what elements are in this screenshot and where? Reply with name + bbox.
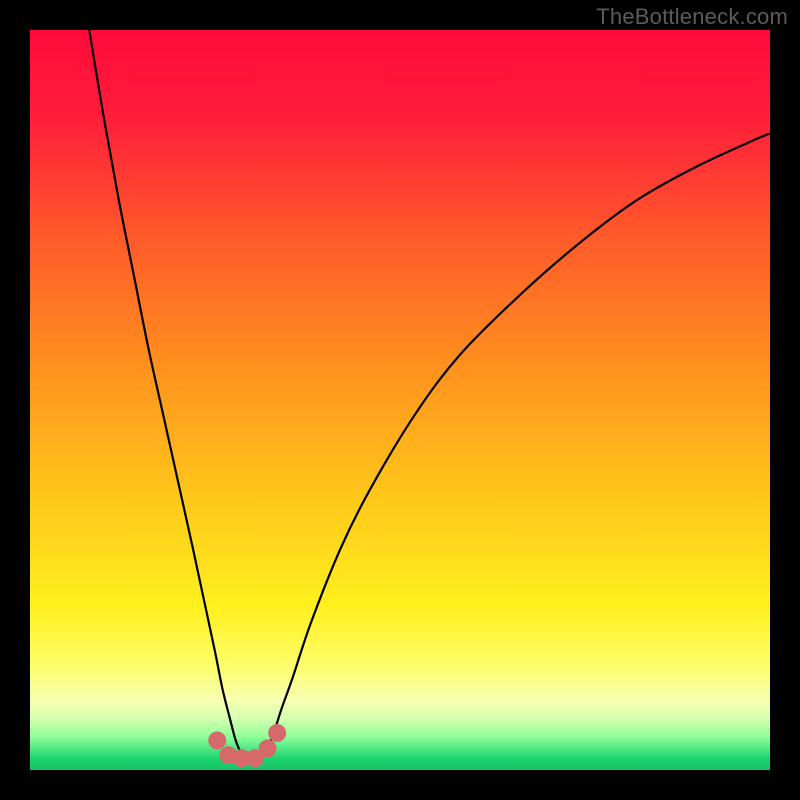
chart-frame: TheBottleneck.com: [0, 0, 800, 800]
watermark-text: TheBottleneck.com: [596, 4, 788, 30]
plot-background: [30, 30, 770, 770]
bottleneck-chart: [30, 30, 770, 770]
trough-marker: [259, 740, 277, 758]
trough-marker: [208, 731, 226, 749]
trough-marker: [268, 724, 286, 742]
